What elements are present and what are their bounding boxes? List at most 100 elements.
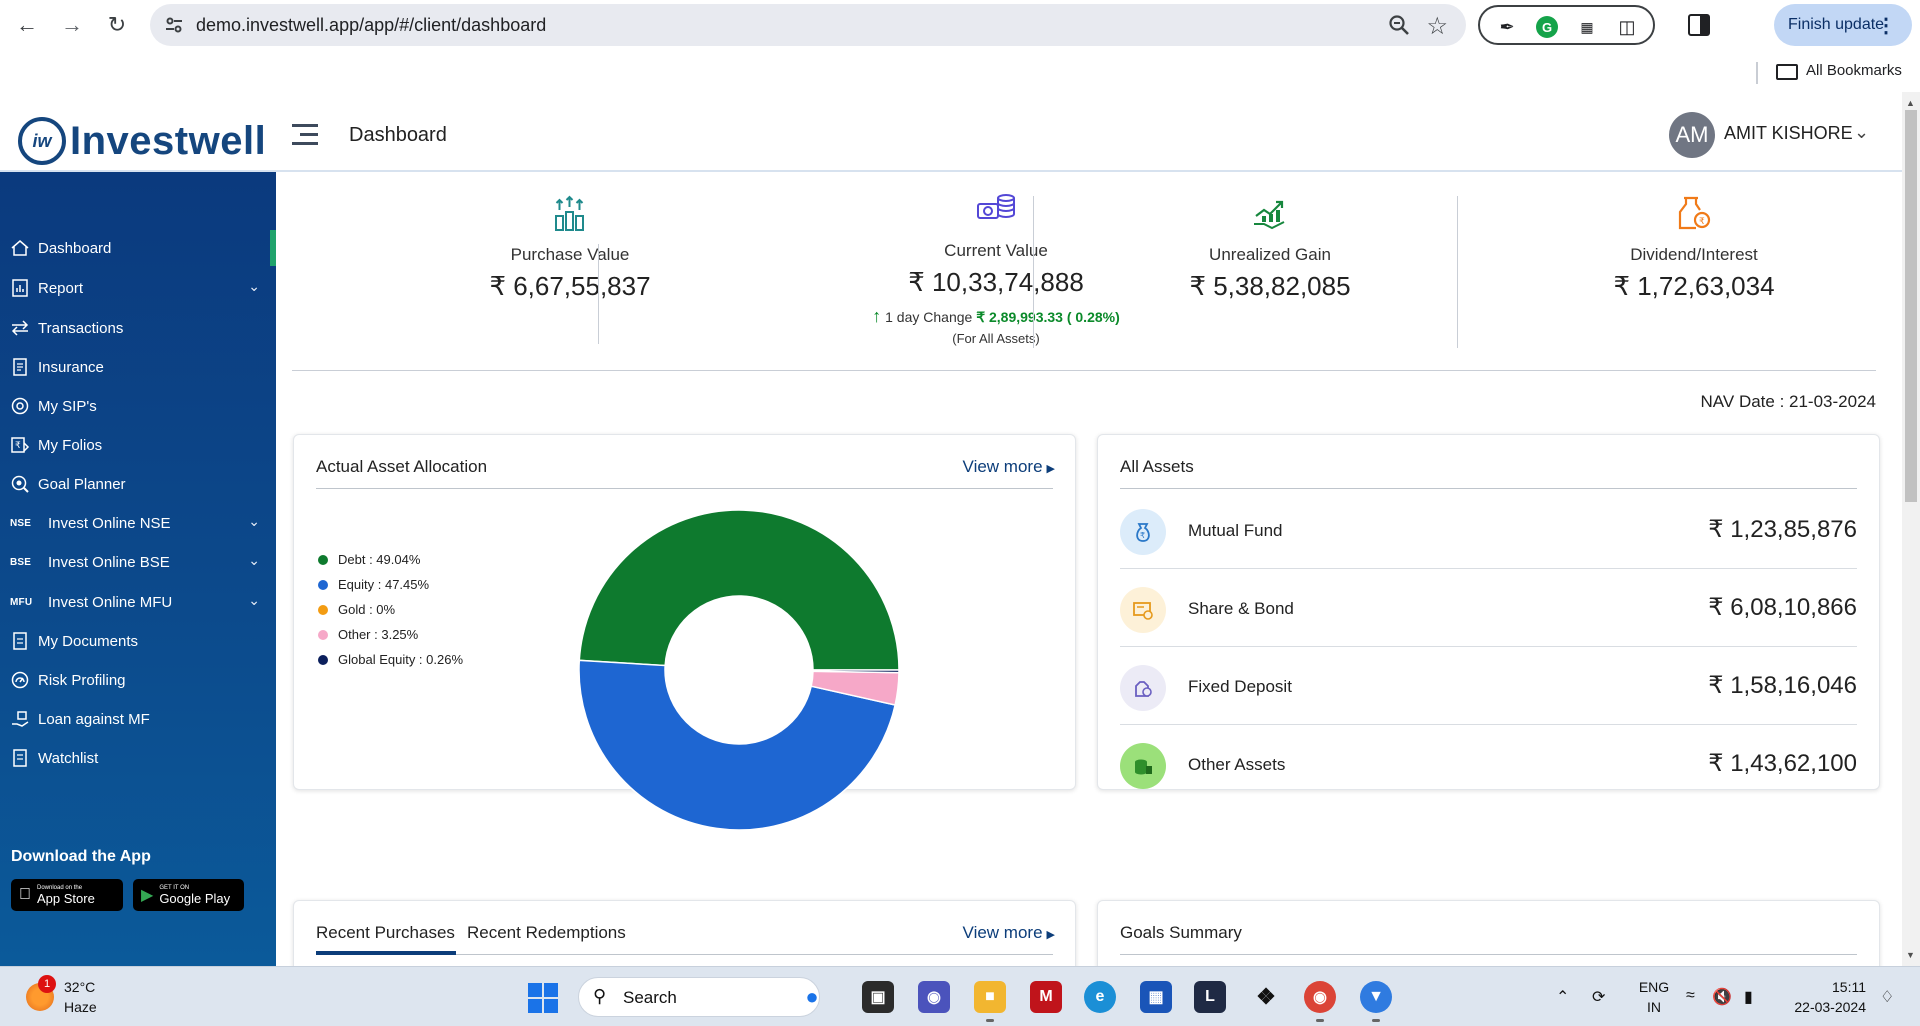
donut-slice-debt[interactable] [578,509,900,671]
all-bookmarks-link[interactable]: All Bookmarks [1806,62,1902,79]
battery-icon[interactable]: ▮ [1744,987,1753,1007]
sidebar-item-transactions[interactable]: Transactions [10,311,270,345]
logo-text: Investwell [70,118,267,163]
teams-icon[interactable]: ◉ [918,981,950,1013]
chevron-up-icon[interactable]: ⌃ [1556,987,1569,1007]
sidebar-item-my-documents[interactable]: My Documents [10,624,270,658]
extension-icon[interactable]: ▦ [1576,16,1598,38]
eyedropper-extension-icon[interactable]: ✒ [1496,16,1518,38]
sidebar-item-my-sips[interactable]: My SIP's [10,389,270,423]
sidebar-item-my-folios[interactable]: ₹ My Folios [10,428,270,462]
clock-date[interactable]: 22-03-2024 [1778,999,1866,1015]
legend-dot [318,579,328,590]
bse-tag: BSE [10,556,32,568]
app-icon[interactable]: ▼ [1360,981,1392,1013]
view-more-label: View more [962,457,1043,476]
address-bar[interactable]: demo.investwell.app/app/#/client/dashboa… [150,4,1466,46]
asset-name: Mutual Fund [1188,521,1283,540]
asset-row-other-assets[interactable]: Other Assets ₹ 1,43,62,100 [1120,725,1857,803]
weather-temperature[interactable]: 32°C [64,979,95,995]
svg-text:₹: ₹ [1140,531,1145,540]
folder-icon[interactable] [1776,64,1798,80]
file-explorer-icon[interactable]: ■ [974,981,1006,1013]
site-settings-icon[interactable] [164,15,184,35]
divider [1457,196,1458,348]
sidebar-item-watchlist[interactable]: Watchlist [10,741,270,775]
taskbar-search[interactable]: ⚲ Search [578,977,820,1017]
svg-text:₹: ₹ [15,441,21,451]
menu-toggle-icon[interactable] [292,124,318,148]
legend-dot [318,604,328,615]
puzzle-extensions-icon[interactable]: ◫ [1616,16,1638,38]
chevron-down-icon[interactable]: ⌄ [1854,122,1869,143]
bookmark-star-icon[interactable]: ☆ [1426,12,1448,41]
asset-row-mutual-fund[interactable]: ₹ Mutual Fund ₹ 1,23,85,876 [1120,491,1857,569]
unrealized-gain-amount: ₹ 5,38,82,085 [1189,271,1351,301]
finish-update-label: Finish update [1788,16,1885,33]
legend-label: Other : 3.25% [338,627,419,642]
asset-row-fixed-deposit[interactable]: Fixed Deposit ₹ 1,58,16,046 [1120,647,1857,725]
app-store-label: App Store [25,890,95,906]
wifi-icon[interactable]: ≈ [1686,987,1695,1005]
sidebar-item-label: My SIP's [38,397,97,415]
clock-time[interactable]: 15:11 [1778,979,1866,995]
sidebar-item-invest-online-mfu[interactable]: MFU Invest Online MFU ⌄ [10,585,270,619]
back-button[interactable]: ← [12,10,42,40]
globe-widget-icon[interactable]: ● [796,981,828,1013]
mcafee-icon[interactable]: M [1030,981,1062,1013]
edge-browser-icon[interactable]: e [1084,981,1116,1013]
finish-update-button[interactable]: Finish update ⋮ [1774,4,1912,46]
sidebar-item-goal-planner[interactable]: Goal Planner [10,467,270,501]
coins-growth-icon [555,195,584,231]
language-bottom[interactable]: IN [1634,999,1674,1015]
url-text[interactable]: demo.investwell.app/app/#/client/dashboa… [196,15,546,36]
asset-row-share-bond[interactable]: Share & Bond ₹ 6,08,10,866 [1120,569,1857,647]
sidebar-item-risk-profiling[interactable]: Risk Profiling [10,663,270,697]
sidebar-item-loan-against-mf[interactable]: Loan against MF [10,702,270,736]
launcher-l-icon[interactable]: L [1194,981,1226,1013]
asset-allocation-donut-chart[interactable] [574,505,904,835]
avatar[interactable]: AM [1669,112,1715,158]
dropbox-icon[interactable]: ❖ [1250,981,1282,1013]
microsoft-store-icon[interactable]: ▦ [1140,981,1172,1013]
page-scrollbar[interactable]: ▲ ▼ [1902,92,1920,966]
sidebar-item-insurance[interactable]: Insurance [10,350,270,384]
scrollbar-thumb[interactable] [1905,110,1917,502]
arrow-up-icon: ↑ [872,306,882,326]
sidebar-item-report[interactable]: Report ⌄ [10,271,270,305]
zoom-icon[interactable] [1388,14,1410,36]
sidebar-item-dashboard[interactable]: Dashboard [10,231,270,265]
chrome-icon[interactable]: ◉ [1304,981,1336,1013]
grammarly-extension-icon[interactable]: G [1536,16,1558,38]
tab-recent-redemptions[interactable]: Recent Redemptions [467,923,626,943]
divider [1033,196,1034,348]
sync-icon[interactable]: ⟳ [1592,987,1605,1007]
app-store-button[interactable]:  Download on the App Store [11,879,123,911]
sidebar-item-invest-online-bse[interactable]: BSE Invest Online BSE ⌄ [10,545,270,579]
loan-icon [10,709,30,729]
weather-condition[interactable]: Haze [64,999,97,1015]
google-play-button[interactable]: ▶ GET IT ON Google Play [133,879,244,911]
unrealized-gain-label: Unrealized Gain [1209,245,1331,264]
volume-muted-icon[interactable]: 🔇 [1712,987,1732,1007]
language-top[interactable]: ENG [1634,979,1674,995]
windows-start-icon[interactable] [528,983,558,1013]
sidebar-item-invest-online-nse[interactable]: NSE Invest Online NSE ⌄ [10,506,270,540]
investwell-logo[interactable]: iw Investwell [18,116,266,166]
user-name[interactable]: AMIT KISHORE [1724,123,1853,144]
currency-stack-icon [977,194,1015,219]
scroll-up-arrow-icon[interactable]: ▲ [1906,98,1915,108]
asset-value: ₹ 6,08,10,866 [1708,594,1857,621]
asset-allocation-title: Actual Asset Allocation [316,457,488,476]
allocation-view-more-link[interactable]: View more ▶ [963,457,1055,477]
recent-view-more-link[interactable]: View more ▶ [963,923,1055,943]
notification-bell-icon[interactable]: ♢ [1880,987,1894,1007]
tab-recent-purchases[interactable]: Recent Purchases [316,923,455,943]
reload-button[interactable]: ↻ [102,10,132,40]
scroll-down-arrow-icon[interactable]: ▼ [1906,950,1915,960]
menu-dots-icon[interactable]: ⋮ [1876,13,1896,38]
asset-value: ₹ 1,23,85,876 [1708,516,1857,543]
forward-button[interactable]: → [57,10,87,40]
task-view-icon[interactable]: ▣ [862,981,894,1013]
side-panel-icon[interactable] [1688,14,1710,36]
